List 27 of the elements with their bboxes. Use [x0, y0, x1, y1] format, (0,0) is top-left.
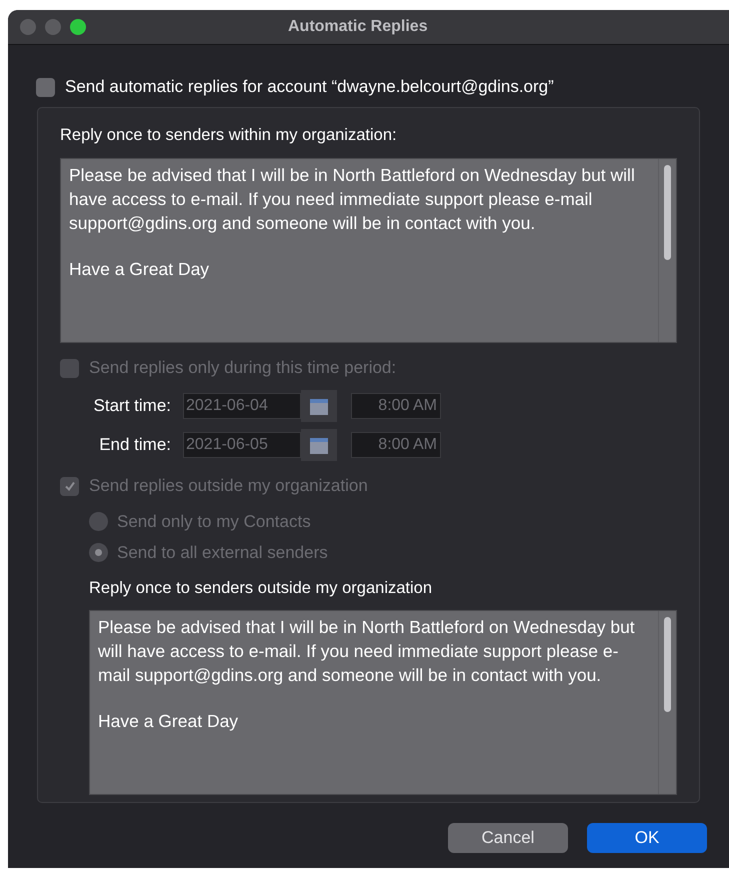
calendar-icon: [309, 435, 329, 455]
time-label: End time:: [98, 434, 172, 456]
checkmark-icon: [64, 480, 76, 492]
zoom-button[interactable]: [70, 19, 86, 35]
cancel-button[interactable]: Cancel: [448, 823, 568, 853]
scroll-thumb[interactable]: [664, 617, 671, 712]
checkbox[interactable]: [36, 78, 55, 96]
checkbox-label: Send replies outside my organization: [89, 475, 368, 498]
calendar-button[interactable]: [301, 429, 337, 461]
calendar-button[interactable]: [301, 390, 337, 422]
message-paragraph: Have a Great Day: [98, 710, 240, 733]
message-paragraph: Please be advised that I will be in North Battleford on Wednesday but will have access to e-mail. If you need immediate support please e-mail support@gdins.org and someone will be in contact with you.: [98, 616, 636, 687]
calendar-icon: [309, 396, 329, 416]
section-label: Reply once to senders within my organization:: [60, 125, 398, 145]
time-label: Start time:: [92, 395, 172, 418]
window-title: Automatic Replies: [288, 17, 428, 37]
scroll-thumb[interactable]: [664, 165, 671, 260]
ok-button[interactable]: OK: [587, 823, 707, 853]
checkbox-label: Send automatic replies for account “dwayne.belcourt@gdins.org”: [65, 76, 554, 98]
message-field[interactable]: [89, 610, 677, 795]
section-label: Reply once to senders outside my organization: [88, 578, 434, 598]
message-paragraph: Please be advised that I will be in North Battleford on Wednesday but will have access to e-mail. If you need immediate support please e-mail support@gdins.org and someone will be in contact with you.: [69, 164, 636, 235]
message-field[interactable]: [60, 158, 677, 343]
message-paragraph: Have a Great Day: [69, 258, 210, 281]
radio-label: Send only to my Contacts: [117, 510, 311, 533]
checkbox-label: Send replies only during this time period:: [89, 357, 396, 380]
radio-label: Send to all external senders: [117, 542, 328, 564]
